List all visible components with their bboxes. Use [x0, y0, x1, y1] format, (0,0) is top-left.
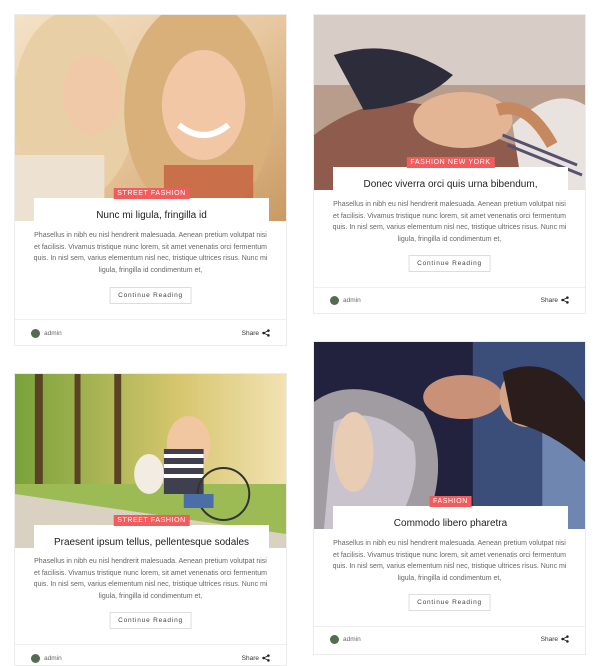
- author[interactable]: admin: [330, 296, 361, 305]
- share-icon: [262, 654, 270, 662]
- author-name: admin: [44, 655, 62, 662]
- title-box: Street Fashion Praesent ipsum tellus, pe…: [34, 515, 269, 552]
- continue-reading-button[interactable]: Continue Reading: [408, 594, 491, 611]
- divider: [314, 626, 585, 627]
- post-title[interactable]: Donec viverra orci quis urna bibendum,: [333, 167, 568, 191]
- share-button[interactable]: Share: [242, 329, 270, 337]
- avatar: [330, 635, 339, 644]
- share-icon: [262, 329, 270, 337]
- post-excerpt: Phasellus in nibh eu nisl hendrerit male…: [33, 232, 268, 274]
- author[interactable]: admin: [330, 635, 361, 644]
- author-name: admin: [343, 297, 361, 304]
- post-title[interactable]: Praesent ipsum tellus, pellentesque soda…: [34, 525, 269, 549]
- post-excerpt: Phasellus in nibh eu nisl hendrerit male…: [332, 540, 567, 582]
- author-name: admin: [44, 330, 62, 337]
- post-card: Fashion Commodo libero pharetra Phasellu…: [313, 341, 586, 655]
- share-label: Share: [540, 635, 558, 643]
- continue-reading-button[interactable]: Continue Reading: [109, 612, 192, 629]
- post-meta: admin Share: [330, 635, 569, 647]
- author-name: admin: [343, 636, 361, 643]
- avatar: [31, 329, 40, 338]
- avatar: [330, 296, 339, 305]
- author[interactable]: admin: [31, 329, 62, 338]
- author[interactable]: admin: [31, 654, 62, 663]
- continue-reading-button[interactable]: Continue Reading: [408, 255, 491, 272]
- post-meta: admin Share: [31, 654, 270, 666]
- share-label: Share: [540, 296, 558, 304]
- share-icon: [561, 635, 569, 643]
- post-card: Street Fashion Praesent ipsum tellus, pe…: [14, 373, 287, 666]
- divider: [15, 644, 286, 645]
- title-box: Fashion Commodo libero pharetra: [333, 496, 568, 533]
- avatar: [31, 654, 40, 663]
- post-card: Fashion New York Donec viverra orci quis…: [313, 14, 586, 314]
- share-label: Share: [241, 654, 259, 662]
- title-box: Fashion New York Donec viverra orci quis…: [333, 157, 568, 194]
- divider: [314, 287, 585, 288]
- category-badge[interactable]: Fashion New York: [406, 157, 495, 168]
- divider: [15, 319, 286, 320]
- category-badge[interactable]: Street Fashion: [113, 515, 190, 526]
- post-meta: admin Share: [31, 329, 270, 341]
- post-title[interactable]: Commodo libero pharetra: [333, 506, 568, 530]
- share-button[interactable]: Share: [242, 654, 270, 662]
- share-label: Share: [241, 329, 259, 337]
- post-card: Street Fashion Nunc mi ligula, fringilla…: [14, 14, 287, 346]
- title-box: Street Fashion Nunc mi ligula, fringilla…: [34, 188, 269, 225]
- continue-reading-button[interactable]: Continue Reading: [109, 287, 192, 304]
- share-button[interactable]: Share: [541, 635, 569, 643]
- share-icon: [561, 296, 569, 304]
- category-badge[interactable]: Fashion: [429, 496, 472, 507]
- post-excerpt: Phasellus in nibh eu nisl hendrerit male…: [332, 201, 567, 243]
- post-excerpt: Phasellus in nibh eu nisl hendrerit male…: [33, 558, 268, 600]
- post-title[interactable]: Nunc mi ligula, fringilla id: [34, 198, 269, 222]
- share-button[interactable]: Share: [541, 296, 569, 304]
- post-meta: admin Share: [330, 296, 569, 308]
- category-badge[interactable]: Street Fashion: [113, 188, 190, 199]
